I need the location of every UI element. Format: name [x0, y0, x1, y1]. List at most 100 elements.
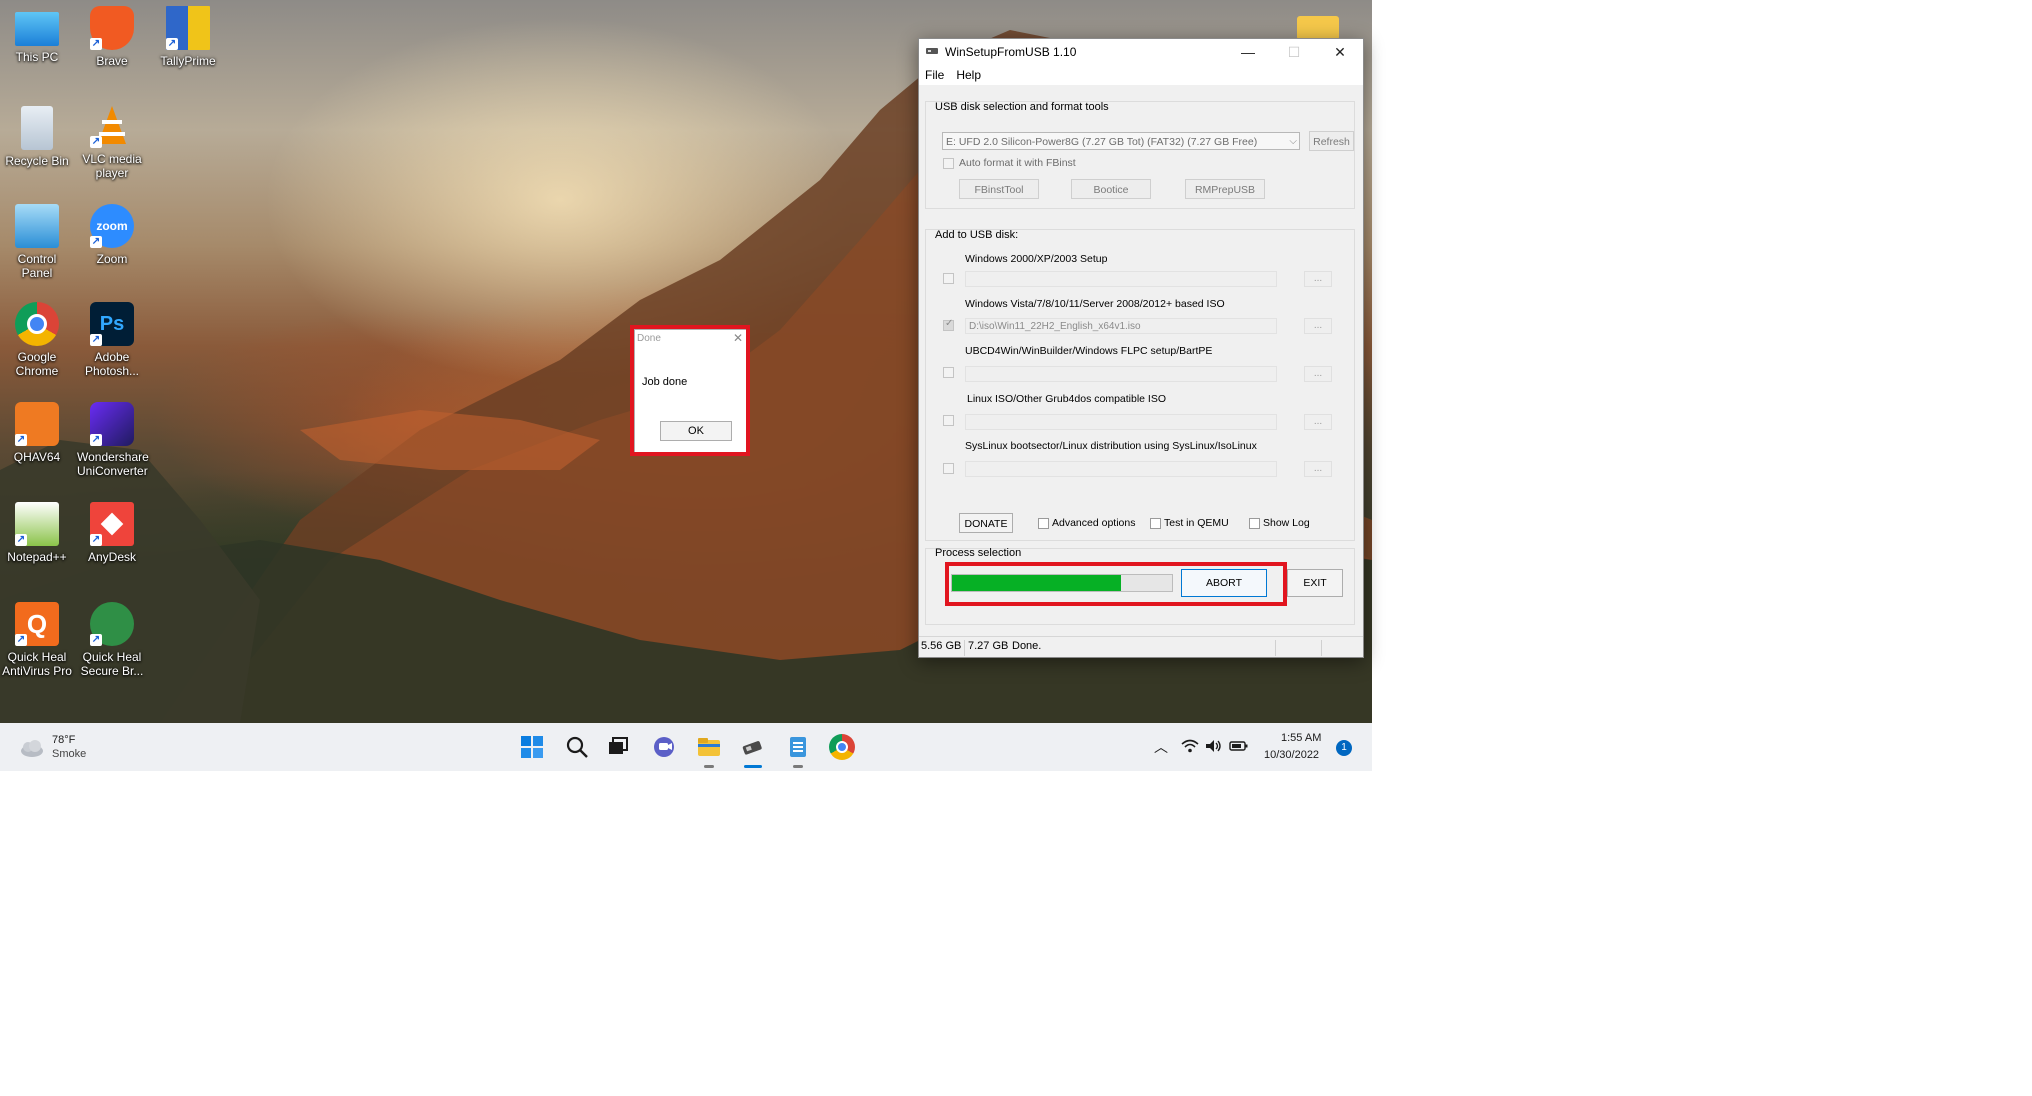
uniconverter-icon: ↗ [90, 402, 134, 446]
source-label-syslinux: SysLinux bootsector/Linux distribution u… [965, 440, 1257, 452]
tallyprime-icon: ↗ [166, 6, 210, 50]
usb-tool-icon[interactable] [740, 734, 766, 760]
source-checkbox-syslinux[interactable] [943, 463, 954, 474]
exit-button[interactable]: EXIT [1287, 569, 1343, 597]
minimize-button[interactable]: — [1225, 39, 1271, 65]
windows-start-icon[interactable] [519, 734, 545, 760]
wifi-icon[interactable] [1181, 739, 1199, 753]
status-bar: 5.56 GB 7.27 GB Done. [919, 636, 1363, 657]
source-path-winxp[interactable] [965, 271, 1277, 287]
desktop-icon-brave[interactable]: ↗ Brave [77, 6, 147, 68]
source-checkbox-win-iso[interactable] [943, 318, 954, 331]
menu-file[interactable]: File [919, 65, 950, 85]
source-path-win-iso[interactable]: D:\iso\Win11_22H2_English_x64v1.iso [965, 318, 1277, 334]
desktop-icon-quick-heal-browser[interactable]: ↗ Quick Heal Secure Br... [77, 602, 147, 678]
notification-badge[interactable]: 1 [1336, 740, 1352, 756]
source-checkbox-ubcd4win[interactable] [943, 367, 954, 378]
auto-format-checkbox[interactable] [943, 158, 954, 169]
process-selection-label: Process selection [935, 547, 1022, 559]
desktop-icon-quick-heal-antivirus[interactable]: Q ↗ Quick Heal AntiVirus Pro [2, 602, 72, 678]
usb-disk-select[interactable]: E: UFD 2.0 Silicon-Power8G (7.27 GB Tot)… [942, 132, 1300, 150]
auto-format-label: Auto format it with FBinst [959, 157, 1076, 169]
status-total-size: 7.27 GB [968, 640, 1009, 652]
photoshop-icon: Ps ↗ [90, 302, 134, 346]
status-divider [1321, 640, 1322, 656]
test-qemu-checkbox[interactable] [1150, 518, 1161, 529]
source-path-ubcd4win[interactable] [965, 366, 1277, 382]
refresh-button[interactable]: Refresh [1309, 131, 1354, 151]
desktop-icon-zoom[interactable]: zoom ↗ Zoom [77, 204, 147, 266]
bootice-button[interactable]: Bootice [1071, 179, 1151, 199]
menu-help[interactable]: Help [950, 65, 987, 85]
usb-group-title: USB disk selection and format tools [935, 101, 1109, 113]
app-icon [926, 48, 938, 54]
battery-icon[interactable] [1229, 739, 1249, 753]
advanced-options-label: Advanced options [1052, 517, 1136, 529]
browse-button-win-iso[interactable]: ... [1304, 318, 1332, 334]
show-log-checkbox[interactable] [1249, 518, 1260, 529]
desktop-icon-adobe-photoshop[interactable]: Ps ↗ Adobe Photosh... [77, 302, 147, 378]
control-panel-icon [15, 204, 59, 248]
qhav64-icon: ↗ [15, 402, 59, 446]
status-divider [1275, 640, 1276, 656]
clock-time[interactable]: 1:55 AM [1281, 732, 1321, 744]
task-view-icon[interactable] [605, 734, 631, 760]
search-icon[interactable] [564, 734, 590, 760]
donate-button[interactable]: DONATE [959, 513, 1013, 533]
notification-count: 1 [1341, 742, 1347, 753]
explorer-running-indicator [704, 765, 714, 768]
vlc-cone-icon: ↗ [90, 104, 134, 148]
weather-widget[interactable]: 78°F Smoke [18, 731, 128, 763]
chevron-down-icon: ⌵ [1289, 136, 1297, 147]
rmprepusb-button[interactable]: RMPrepUSB [1185, 179, 1265, 199]
desktop-icon-qhav64[interactable]: ↗ QHAV64 [2, 402, 72, 464]
desktop-icon-anydesk[interactable]: ↗ AnyDesk [77, 502, 147, 564]
notepadpp-icon: ↗ [15, 502, 59, 546]
desktop-icon-vlc[interactable]: ↗ VLC media player [77, 104, 147, 180]
notepad-running-indicator [793, 765, 803, 768]
chat-icon[interactable] [651, 734, 677, 760]
folder-icon[interactable] [1297, 16, 1339, 40]
source-label-ubcd4win: UBCD4Win/WinBuilder/Windows FLPC setup/B… [965, 345, 1213, 357]
window-title: WinSetupFromUSB 1.10 [945, 45, 1077, 59]
chevron-up-icon[interactable]: ︿ [1154, 737, 1168, 757]
chrome-taskbar-icon[interactable] [829, 734, 855, 760]
zoom-icon: zoom ↗ [90, 204, 134, 248]
weather-desc: Smoke [52, 748, 87, 760]
desktop-icon-control-panel[interactable]: Control Panel [2, 204, 72, 280]
source-path-linux-iso[interactable] [965, 414, 1277, 430]
browse-button-linux-iso[interactable]: ... [1304, 414, 1332, 430]
notepad-icon[interactable] [785, 734, 811, 760]
browse-button-winxp[interactable]: ... [1304, 271, 1332, 287]
close-button[interactable]: ✕ [1317, 39, 1363, 65]
title-bar[interactable]: WinSetupFromUSB 1.10 — ☐ ✕ [919, 39, 1363, 65]
chrome-icon [15, 302, 59, 346]
file-explorer-icon[interactable] [696, 734, 722, 760]
desktop-icon-google-chrome[interactable]: Google Chrome [2, 302, 72, 378]
source-path-syslinux[interactable] [965, 461, 1277, 477]
advanced-options-checkbox[interactable] [1038, 518, 1049, 529]
usb-disk-value: E: UFD 2.0 Silicon-Power8G (7.27 GB Tot)… [946, 136, 1258, 148]
secure-browser-icon: ↗ [90, 602, 134, 646]
source-label-win-iso: Windows Vista/7/8/10/11/Server 2008/2012… [965, 298, 1225, 310]
desktop-icon-this-pc[interactable]: This PC [2, 8, 72, 64]
quick-heal-icon: Q ↗ [15, 602, 59, 646]
desktop-icon-wondershare[interactable]: ↗ Wondershare UniConverter [77, 402, 149, 478]
volume-icon[interactable] [1205, 739, 1223, 753]
desktop-icon-recycle-bin[interactable]: Recycle Bin [2, 106, 72, 168]
browse-button-ubcd4win[interactable]: ... [1304, 366, 1332, 382]
fbinsttool-button[interactable]: FBinstTool [959, 179, 1039, 199]
brave-icon: ↗ [90, 6, 134, 50]
source-checkbox-winxp[interactable] [943, 273, 954, 284]
desktop-icon-tallyprime[interactable]: ↗ TallyPrime [153, 6, 223, 68]
test-qemu-label: Test in QEMU [1164, 517, 1229, 529]
status-text: Done. [1012, 640, 1042, 652]
source-label-winxp: Windows 2000/XP/2003 Setup [965, 253, 1108, 265]
taskbar: 78°F Smoke ︿ 1:55 AM 10/30/2022 1 [0, 723, 1372, 771]
browse-button-syslinux[interactable]: ... [1304, 461, 1332, 477]
recycle-bin-icon [21, 106, 53, 150]
maximize-button[interactable]: ☐ [1271, 39, 1317, 65]
desktop-icon-notepadpp[interactable]: ↗ Notepad++ [2, 502, 72, 564]
clock-date[interactable]: 10/30/2022 [1264, 749, 1319, 761]
source-checkbox-linux-iso[interactable] [943, 415, 954, 426]
